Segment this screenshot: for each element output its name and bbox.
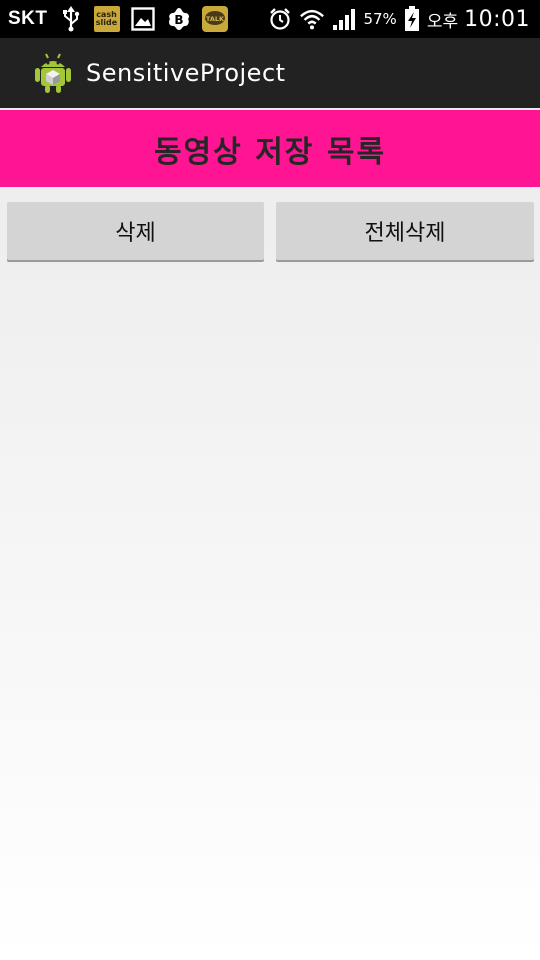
app-title: SensitiveProject [86, 59, 286, 87]
status-left: SKT cash slide B TALK [8, 0, 228, 38]
action-bar: SensitiveProject [0, 38, 540, 108]
video-list [0, 270, 540, 960]
status-ampm: 오후 [426, 11, 459, 32]
wifi-icon [299, 6, 325, 32]
status-bar: SKT cash slide B TALK 57% 오후 10:01 [0, 0, 540, 38]
header-banner: 동영상 저장 목록 [0, 110, 540, 187]
usb-icon [58, 6, 84, 32]
battery-percent: 57% [363, 10, 397, 28]
kakaotalk-label: TALK [205, 15, 224, 23]
delete-all-button[interactable]: 전체삭제 [276, 202, 534, 260]
kakaotalk-icon: TALK [201, 6, 228, 32]
cashslide-icon: cash slide [93, 6, 120, 32]
android-icon[interactable] [34, 52, 72, 94]
status-right: 57% 오후 10:01 [267, 0, 530, 38]
image-icon [130, 6, 156, 32]
band-label: B [174, 13, 183, 27]
band-icon: B [166, 6, 192, 32]
alarm-icon [267, 6, 293, 32]
signal-icon [331, 6, 357, 32]
delete-button[interactable]: 삭제 [7, 202, 264, 260]
status-time: 10:01 [464, 6, 530, 32]
page-title: 동영상 저장 목록 [153, 134, 387, 170]
carrier-label: SKT [8, 8, 48, 29]
cashslide-label-2: slide [95, 18, 118, 27]
battery-charging-icon [403, 6, 421, 32]
